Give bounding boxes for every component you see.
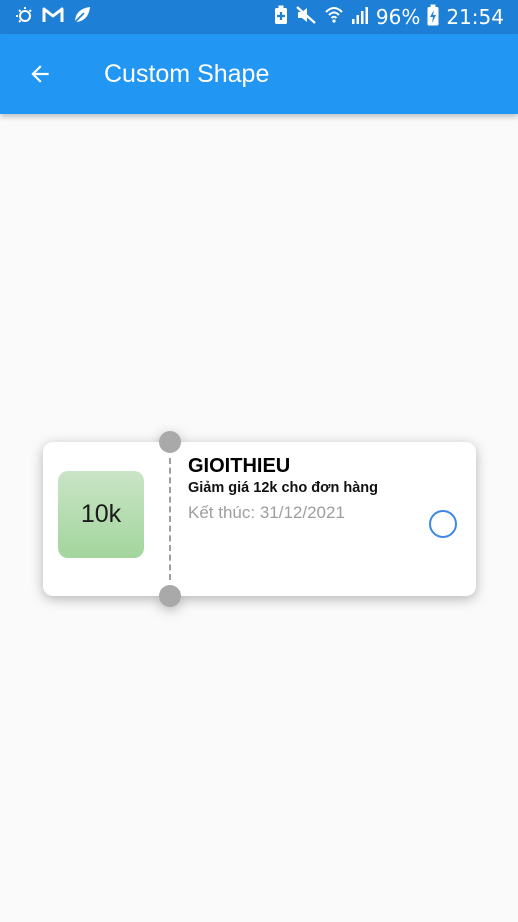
ticket-notch-top [159, 431, 181, 453]
coupon-card-body: 10k GIOITHIEU Giảm giá 12k cho đơn hàng … [43, 442, 476, 596]
gmail-icon [42, 6, 64, 29]
leaf-icon [72, 5, 92, 30]
status-bar: 96% 21:54 [0, 0, 518, 34]
brightness-icon [12, 5, 34, 30]
arrow-back-icon [31, 65, 49, 83]
page-title: Custom Shape [104, 60, 270, 88]
battery-charging-icon [427, 4, 439, 31]
mute-icon [295, 5, 317, 30]
coupon-expiry: Kết thúc: 31/12/2021 [188, 503, 345, 522]
coupon-code: GIOITHIEU [188, 455, 291, 477]
coupon-amount: 10k [80, 500, 122, 528]
signal-icon [351, 5, 369, 30]
dashed-divider [169, 458, 171, 580]
clock: 21:54 [446, 5, 504, 29]
ticket-notch-bottom [159, 585, 181, 607]
coupon-amount-badge: 10k [58, 471, 144, 558]
coupon-card[interactable]: 10k GIOITHIEU Giảm giá 12k cho đơn hàng … [43, 431, 476, 607]
battery-saver-icon [274, 5, 288, 30]
back-button[interactable] [18, 52, 62, 96]
coupon-description: Giảm giá 12k cho đơn hàng [188, 480, 378, 496]
wifi-icon [324, 5, 344, 30]
status-left-icons [12, 5, 92, 29]
app-bar: Custom Shape [0, 34, 518, 114]
coupon-select-radio[interactable] [429, 510, 457, 538]
battery-percent: 96% [375, 5, 421, 29]
status-right-icons: 96% 21:54 [274, 3, 504, 31]
